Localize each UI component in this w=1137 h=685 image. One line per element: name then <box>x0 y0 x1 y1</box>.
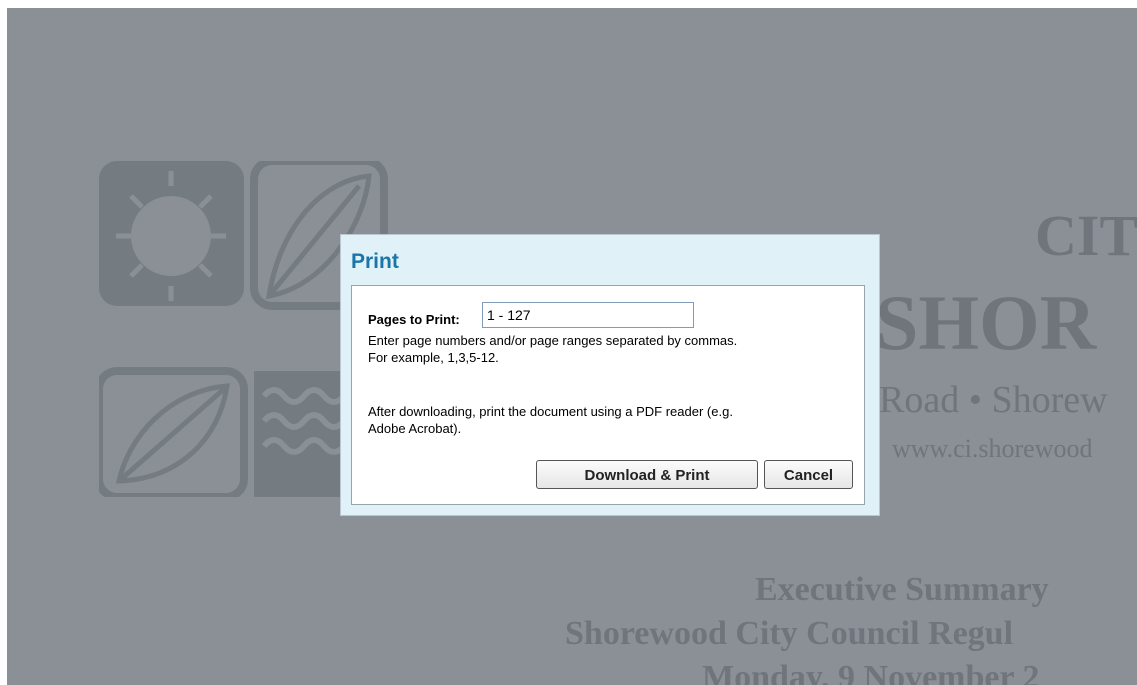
help-text-line-4: Adobe Acrobat). <box>368 421 462 436</box>
help-text-line-2: For example, 1,3,5-12. <box>368 350 499 365</box>
help-text-line-3: After downloading, print the document us… <box>368 404 733 419</box>
download-and-print-button[interactable]: Download & Print <box>536 460 758 489</box>
document-address: Road • Shorew <box>879 379 1108 421</box>
document-website: www.ci.shorewood <box>892 434 1093 463</box>
dialog-body: Pages to Print: Enter page numbers and/o… <box>351 285 865 505</box>
print-dialog: Print Pages to Print: Enter page numbers… <box>340 234 880 516</box>
document-title-city: CIT <box>1035 203 1137 268</box>
cancel-button[interactable]: Cancel <box>764 460 853 489</box>
document-council-heading: Shorewood City Council Regul <box>565 615 1014 652</box>
help-text-line-1: Enter page numbers and/or page ranges se… <box>368 333 738 348</box>
dialog-title: Print <box>351 250 399 273</box>
document-title-name: SHOR <box>875 279 1097 366</box>
document-summary-heading: Executive Summary <box>755 571 1049 608</box>
document-meeting-date: Monday, 9 November 2 <box>702 659 1040 685</box>
pages-label: Pages to Print: <box>368 312 460 327</box>
pages-input[interactable] <box>482 302 694 328</box>
